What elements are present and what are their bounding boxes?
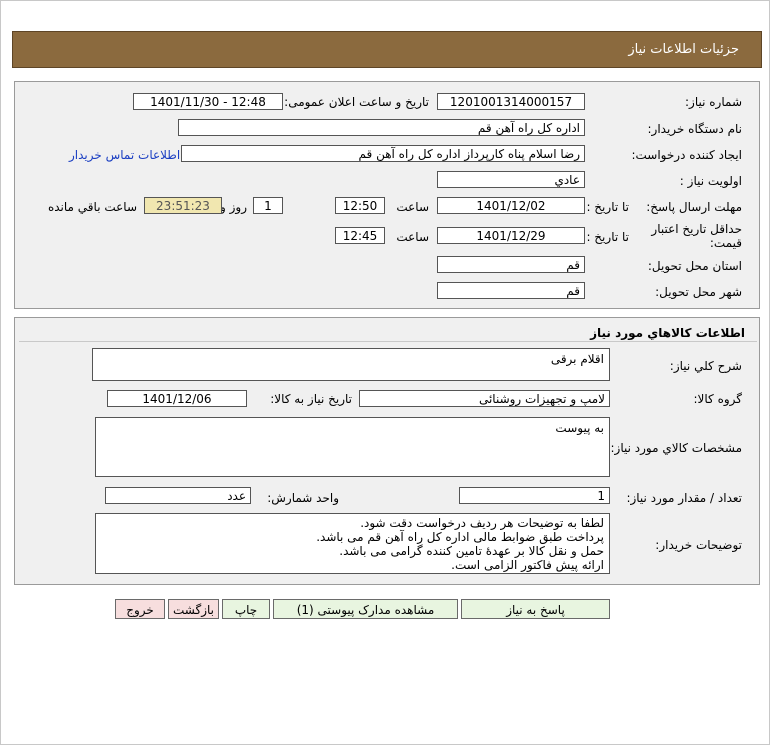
need-date-field[interactable]: 1401/12/06 (107, 390, 247, 407)
buyer-note-line: لطفا به توضیحات هر ردیف درخواست دقت شود. (360, 516, 604, 530)
page-frame: جزئیات اطلاعات نیاز شماره نیاز: 12010013… (0, 0, 770, 745)
goods-specs-label: مشخصات کالاي مورد نياز: (610, 441, 742, 455)
delivery-province-label: استان محل تحویل: (647, 259, 742, 273)
general-description-label: شرح کلي نياز: (669, 359, 742, 373)
buyer-org-label: نام دستگاه خریدار: (647, 122, 743, 136)
exit-button[interactable]: خروج (115, 599, 165, 619)
price-validity-label: حداقل تاریخ اعتبار قیمت: (651, 222, 742, 250)
need-details-panel (14, 81, 760, 309)
goods-specs-field[interactable]: به پیوست (95, 417, 610, 477)
days-label: روز و (220, 200, 247, 214)
deadline-time-label: ساعت (396, 200, 429, 214)
goods-group-field[interactable]: لامپ و تجهیزات روشنائی (359, 390, 610, 407)
buyer-contact-link[interactable]: اطلاعات تماس خریدار (69, 148, 180, 162)
buyer-org-field[interactable]: اداره کل راه آهن قم (178, 119, 585, 136)
unit-field[interactable]: عدد (105, 487, 251, 504)
announce-datetime-field[interactable]: 1401/11/30 - 12:48 (133, 93, 283, 110)
print-button[interactable]: چاپ (222, 599, 270, 619)
priority-field[interactable]: عادي (437, 171, 585, 188)
deadline-date-field[interactable]: 1401/12/02 (437, 197, 585, 214)
validity-time-label: ساعت (396, 230, 429, 244)
buyer-note-line: حمل و نقل کالا بر عهدۀ تامین کننده گرامی… (339, 544, 604, 558)
deadline-to-date-label: تا تاریخ : (586, 200, 629, 214)
delivery-city-field[interactable]: قم (437, 282, 585, 299)
validity-date-field[interactable]: 1401/12/29 (437, 227, 585, 244)
buyer-note-line: پرداخت طبق ضوابط مالی اداره کل راه آهن ق… (316, 530, 604, 544)
need-number-label: شماره نیاز: (685, 95, 742, 109)
goods-title-divider (19, 341, 757, 342)
priority-label: اولویت نیاز : (679, 174, 742, 188)
remaining-days-field: 1 (253, 197, 283, 214)
view-attachments-button[interactable]: مشاهده مدارک پیوستی (1) (273, 599, 458, 619)
response-deadline-label: مهلت ارسال پاسخ: (646, 200, 742, 214)
quantity-field[interactable]: 1 (459, 487, 610, 504)
general-description-field[interactable]: اقلام برقی (92, 348, 610, 381)
unit-label: واحد شمارش: (267, 491, 339, 505)
back-button[interactable]: بازگشت (168, 599, 219, 619)
page-title: جزئیات اطلاعات نیاز (628, 42, 739, 57)
delivery-city-label: شهر محل تحویل: (655, 285, 742, 299)
need-date-label: تاریخ نیاز به کالا: (270, 392, 352, 406)
requester-label: ایجاد کننده درخواست: (631, 148, 742, 162)
buyer-notes-label: توضیحات خریدار: (655, 538, 742, 552)
buyer-notes-field[interactable]: لطفا به توضیحات هر ردیف درخواست دقت شود.… (95, 513, 610, 574)
respond-button[interactable]: پاسخ به نیاز (461, 599, 610, 619)
page-header: جزئیات اطلاعات نیاز (12, 31, 762, 68)
goods-group-label: گروه کالا: (693, 392, 743, 406)
remaining-time-field: 23:51:23 (144, 197, 222, 214)
deadline-time-field[interactable]: 12:50 (335, 197, 385, 214)
requester-field[interactable]: رضا اسلام پناه کارپرداز اداره کل راه آهن… (181, 145, 585, 162)
validity-time-field[interactable]: 12:45 (335, 227, 385, 244)
announce-datetime-label: تاریخ و ساعت اعلان عمومی: (284, 95, 429, 109)
delivery-province-field[interactable]: قم (437, 256, 585, 273)
remaining-time-label: ساعت باقي مانده (47, 200, 137, 214)
need-number-field[interactable]: 1201001314000157 (437, 93, 585, 110)
buyer-note-line: ارائه پیش فاکتور الزامی است. (451, 558, 604, 572)
quantity-label: تعداد / مقدار مورد نیاز: (626, 491, 742, 505)
validity-to-date-label: تا تاریخ : (586, 230, 629, 244)
goods-section-title: اطلاعات کالاهاي مورد نياز (590, 326, 745, 340)
